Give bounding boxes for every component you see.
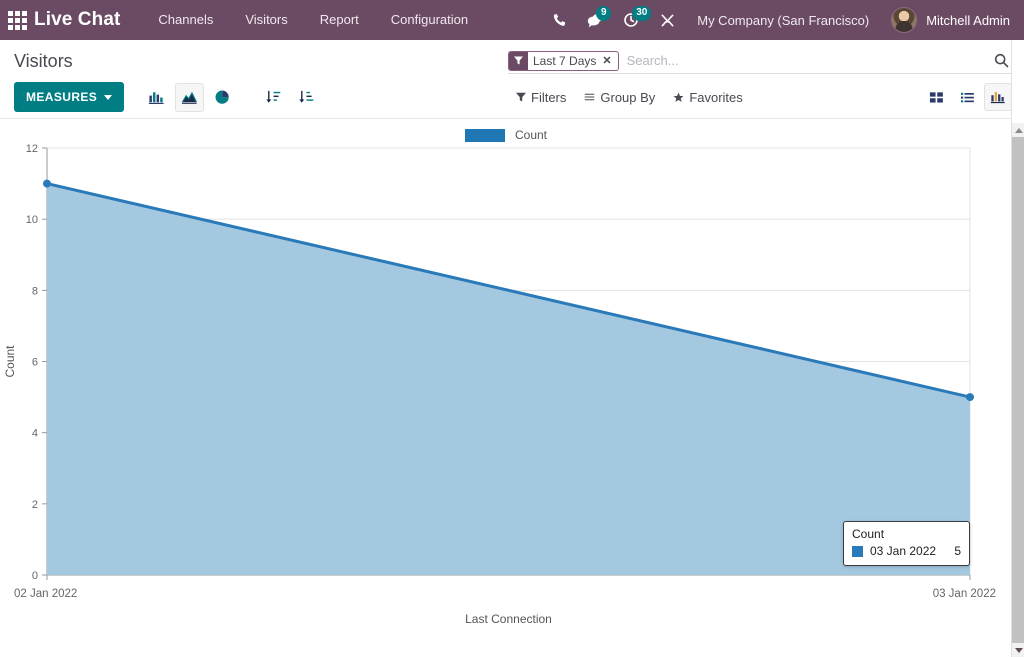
apps-grid-glyph [8,11,27,30]
user-menu[interactable]: Mitchell Admin [883,7,1016,33]
top-navbar: Live Chat Channels Visitors Report Confi… [0,0,1024,40]
avatar [891,7,917,33]
search-input[interactable] [619,50,990,72]
bar-chart-icon[interactable] [142,83,171,112]
navbar-right-group: 9 30 My Company (San Francisco) Mitchell… [541,0,1016,40]
legend-label-count[interactable]: Count [515,128,547,142]
view-switcher [922,83,1012,111]
data-point[interactable] [966,393,974,401]
control-panel-bottom-row: MEASURES [0,78,1024,118]
y-axis-tick-label: 0 [32,570,38,582]
debug-tools-icon[interactable] [649,0,685,40]
sort-descending-icon[interactable] [259,83,288,112]
pie-chart-icon[interactable] [208,83,237,112]
activities-icon[interactable]: 30 [613,0,649,40]
page-title: Visitors [14,50,73,72]
graph-view-icon[interactable] [984,83,1012,111]
messages-badge: 9 [596,6,611,21]
user-name-label: Mitchell Admin [926,13,1010,28]
chart-tooltip: Count 03 Jan 2022 5 [843,521,970,566]
y-axis-title: Count [3,345,17,378]
tooltip-label: 03 Jan 2022 [870,544,936,558]
search-facet-last-7-days[interactable]: Last 7 Days ✕ [508,51,619,71]
y-axis-tick-label: 2 [32,499,38,511]
line-chart-icon[interactable] [175,83,204,112]
search-icon[interactable] [990,50,1012,72]
kanban-view-icon[interactable] [922,83,950,111]
x-axis-tick-label: 03 Jan 2022 [933,588,996,600]
y-axis-tick-label: 6 [32,357,38,369]
menu-item-channels[interactable]: Channels [142,0,229,40]
vertical-scrollbar[interactable] [1011,40,1024,657]
search-view: Last 7 Days ✕ [508,48,1012,74]
search-dropdowns: Filters Group By Favorites [516,90,743,105]
search-facet-label: Last 7 Days [528,52,601,70]
menu-item-report[interactable]: Report [304,0,375,40]
favorites-dropdown-label: Favorites [689,90,742,105]
filters-dropdown-label: Filters [531,90,566,105]
scroll-up-arrow-glyph [1015,128,1023,133]
area-fill [47,184,970,575]
company-selector[interactable]: My Company (San Francisco) [685,13,883,28]
measures-button-label: MEASURES [26,90,97,104]
tooltip-swatch [852,546,863,557]
group-by-dropdown[interactable]: Group By [584,90,655,105]
scroll-up-arrow[interactable] [1012,123,1024,137]
measures-button[interactable]: MEASURES [14,82,124,112]
menu-item-visitors[interactable]: Visitors [229,0,303,40]
app-brand-live-chat[interactable]: Live Chat [34,9,120,31]
apps-grid-icon[interactable] [0,0,34,40]
y-axis-tick-label: 8 [32,285,38,297]
menu-item-configuration[interactable]: Configuration [375,0,484,40]
messages-icon[interactable]: 9 [577,0,613,40]
y-axis-tick-label: 4 [32,428,38,440]
search-facet-remove-icon[interactable]: ✕ [601,52,617,70]
scroll-down-arrow[interactable] [1012,643,1024,657]
x-axis-title: Last Connection [465,612,552,626]
graph-view-container: Count 0 2 4 6 8 10 12 02 Jan 2022 03 Jan 2022 Las… [0,119,1012,645]
chart-type-toolbar [142,83,321,112]
filters-dropdown[interactable]: Filters [516,90,566,105]
group-by-dropdown-label: Group By [600,90,655,105]
x-axis-tick-label: 02 Jan 2022 [14,588,77,600]
y-axis-tick-label: 12 [26,143,38,155]
phone-icon[interactable] [541,0,577,40]
scrollbar-track-top[interactable] [1012,40,1024,123]
tooltip-row: 03 Jan 2022 5 [852,544,961,558]
chevron-down-icon [104,95,112,100]
area-chart[interactable]: 0 2 4 6 8 10 12 02 Jan 2022 03 Jan 2022 Last Conn… [0,119,1012,645]
chart-legend: Count [0,128,1012,142]
y-axis-tick-label: 10 [26,214,38,226]
sort-ascending-icon[interactable] [292,83,321,112]
filter-icon [509,52,528,70]
tooltip-value: 5 [954,544,961,558]
data-point[interactable] [43,180,51,188]
tooltip-title: Count [852,527,961,541]
legend-swatch-count[interactable] [465,129,505,142]
favorites-dropdown[interactable]: Favorites [673,90,742,105]
list-view-icon[interactable] [953,83,981,111]
control-panel-top-row: Visitors Last 7 Days ✕ [0,40,1024,78]
scroll-down-arrow-glyph [1015,648,1023,653]
scrollbar-thumb[interactable] [1012,137,1024,643]
control-panel: Visitors Last 7 Days ✕ MEA [0,40,1024,119]
